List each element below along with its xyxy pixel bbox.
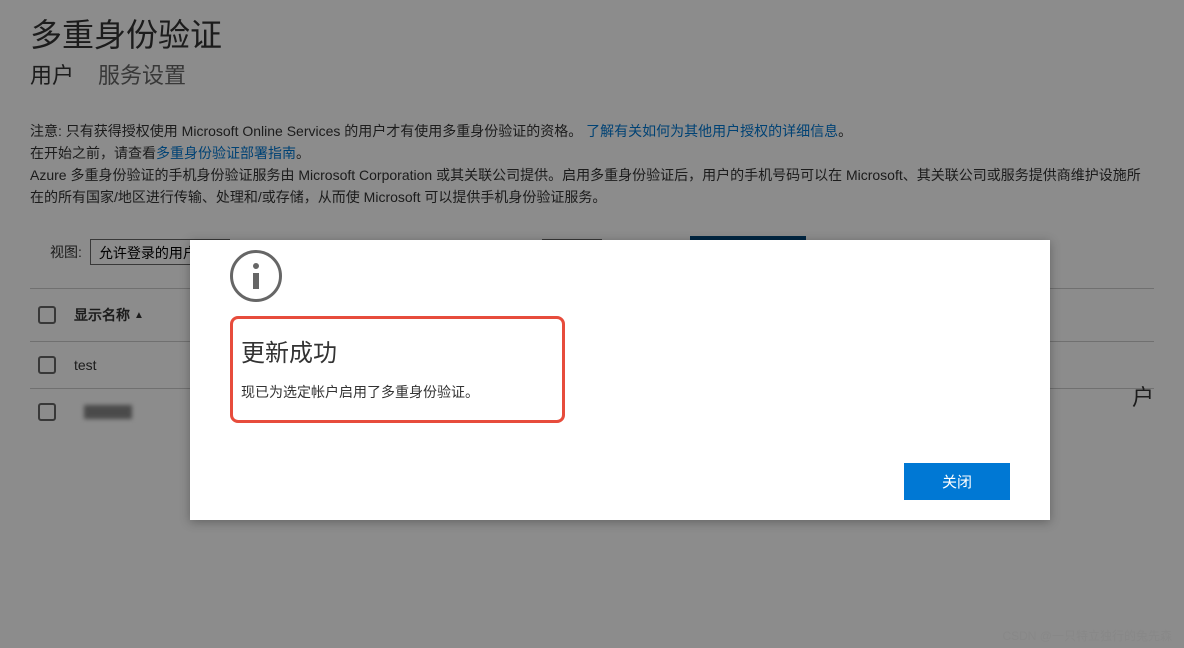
modal-footer: 关闭: [230, 463, 1010, 500]
success-modal: 更新成功 现已为选定帐户启用了多重身份验证。 关闭: [190, 240, 1050, 520]
modal-body: 现已为选定帐户启用了多重身份验证。: [241, 382, 546, 402]
info-icon: [230, 250, 282, 302]
modal-title: 更新成功: [241, 333, 546, 368]
close-button[interactable]: 关闭: [904, 463, 1010, 500]
highlight-annotation: 更新成功 现已为选定帐户启用了多重身份验证。: [230, 316, 565, 423]
watermark: CSDN @一只特立独行的兔先森: [1002, 627, 1172, 644]
